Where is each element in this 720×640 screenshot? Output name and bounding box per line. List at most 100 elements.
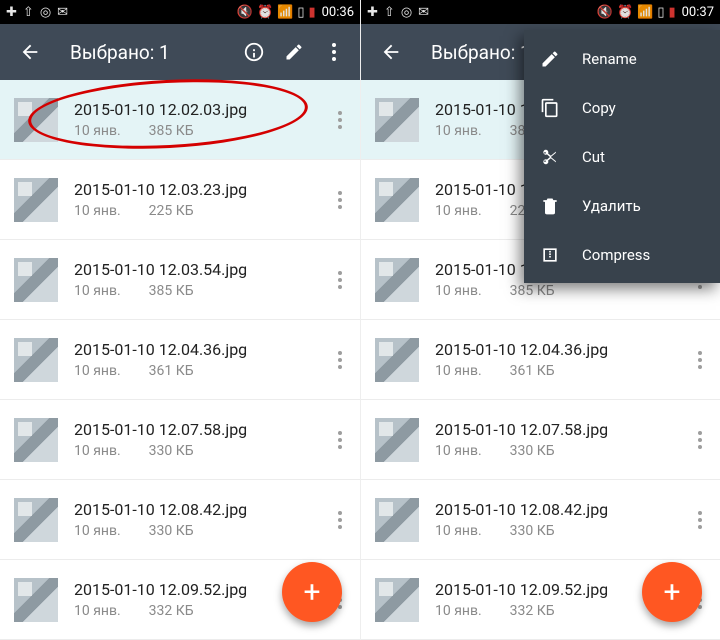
file-thumbnail: [14, 98, 58, 142]
overflow-menu-icon[interactable]: [314, 32, 354, 72]
file-date: 10 янв.: [74, 443, 121, 459]
row-overflow-icon[interactable]: [684, 336, 716, 384]
row-overflow-icon[interactable]: [324, 416, 356, 464]
status-wifi-icon: 📶: [277, 6, 293, 19]
context-menu-label: Cut: [582, 148, 704, 166]
file-size: 332 КБ: [510, 603, 555, 619]
status-mute-icon: 🔇: [597, 6, 613, 19]
file-size: 385 КБ: [149, 283, 194, 299]
status-signal-icon: ▯: [657, 6, 664, 19]
status-app-icon: ◎: [401, 6, 412, 19]
file-size: 225 КБ: [149, 203, 194, 219]
context-menu-item-удалить[interactable]: Удалить: [524, 181, 720, 230]
context-menu-item-compress[interactable]: Compress: [524, 230, 720, 279]
status-app-icon: ◎: [40, 6, 51, 19]
status-signal-icon: ▯: [297, 6, 304, 19]
file-date: 10 янв.: [435, 603, 482, 619]
back-arrow-icon[interactable]: [371, 32, 411, 72]
file-size: 361 КБ: [149, 363, 194, 379]
file-row[interactable]: 2015-01-10 12.02.03.jpg10 янв.385 КБ: [0, 80, 360, 160]
file-info: 2015-01-10 12.04.36.jpg10 янв.361 КБ: [435, 340, 684, 379]
file-info: 2015-01-10 12.08.42.jpg10 янв.330 КБ: [435, 500, 684, 539]
file-thumbnail: [375, 178, 419, 222]
status-bar: ✚ ⇧ ◎ ✉ 🔇 ⏰ 📶 ▯ ▮ 00:36: [0, 0, 360, 24]
compress-icon: [540, 245, 560, 265]
status-mail-icon: ✉: [57, 6, 68, 19]
file-thumbnail: [14, 418, 58, 462]
file-row[interactable]: 2015-01-10 12.07.58.jpg10 янв.330 КБ: [0, 400, 360, 480]
file-size: 330 КБ: [149, 443, 194, 459]
file-list: 2015-01-10 12.02.03.jpg10 янв.385 КБ2015…: [0, 80, 360, 640]
file-info: 2015-01-10 12.03.54.jpg10 янв.385 КБ: [74, 260, 324, 299]
file-thumbnail: [14, 338, 58, 382]
file-row[interactable]: 2015-01-10 12.08.42.jpg10 янв.330 КБ: [361, 480, 720, 560]
back-arrow-icon[interactable]: [10, 32, 50, 72]
status-plus-icon: ✚: [6, 6, 17, 19]
file-info: 2015-01-10 12.07.58.jpg10 янв.330 КБ: [435, 420, 684, 459]
context-menu-label: Rename: [582, 50, 704, 68]
file-name: 2015-01-10 12.03.23.jpg: [74, 180, 324, 199]
context-menu-item-rename[interactable]: Rename: [524, 34, 720, 83]
context-menu-item-copy[interactable]: Copy: [524, 83, 720, 132]
row-overflow-icon[interactable]: [324, 256, 356, 304]
status-bar: ✚ ⇧ ◎ ✉ 🔇 ⏰ 📶 ▯ ▮ 00:37: [361, 0, 720, 24]
cut-icon: [540, 147, 560, 167]
file-name: 2015-01-10 12.04.36.jpg: [435, 340, 684, 359]
plus-icon: +: [303, 575, 320, 610]
file-thumbnail: [14, 258, 58, 302]
status-battery-icon: ▮: [668, 6, 675, 19]
file-row[interactable]: 2015-01-10 12.04.36.jpg10 янв.361 КБ: [0, 320, 360, 400]
file-row[interactable]: 2015-01-10 12.07.58.jpg10 янв.330 КБ: [361, 400, 720, 480]
context-menu-item-cut[interactable]: Cut: [524, 132, 720, 181]
info-icon[interactable]: [234, 32, 274, 72]
row-overflow-icon[interactable]: [324, 336, 356, 384]
file-thumbnail: [375, 498, 419, 542]
file-info: 2015-01-10 12.08.42.jpg10 янв.330 КБ: [74, 500, 324, 539]
pencil-icon[interactable]: [274, 32, 314, 72]
file-date: 10 янв.: [435, 443, 482, 459]
fab-add-button[interactable]: +: [282, 562, 342, 622]
file-name: 2015-01-10 12.08.42.jpg: [435, 500, 684, 519]
row-overflow-icon[interactable]: [324, 176, 356, 224]
file-name: 2015-01-10 12.07.58.jpg: [435, 420, 684, 439]
status-alarm-icon: ⏰: [257, 6, 273, 19]
fab-add-button[interactable]: +: [642, 562, 702, 622]
actionbar-title: Выбрано: 1: [50, 41, 234, 64]
status-mail-icon: ✉: [418, 6, 429, 19]
file-size: 361 КБ: [510, 363, 555, 379]
file-thumbnail: [14, 178, 58, 222]
file-name: 2015-01-10 12.02.03.jpg: [74, 100, 324, 119]
file-size: 330 КБ: [149, 523, 194, 539]
row-overflow-icon[interactable]: [684, 416, 716, 464]
file-thumbnail: [14, 578, 58, 622]
file-row[interactable]: 2015-01-10 12.03.23.jpg10 янв.225 КБ: [0, 160, 360, 240]
status-wifi-icon: 📶: [637, 6, 653, 19]
row-overflow-icon[interactable]: [684, 496, 716, 544]
status-upload-icon: ⇧: [384, 6, 395, 19]
status-plus-icon: ✚: [367, 6, 378, 19]
status-mute-icon: 🔇: [237, 6, 253, 19]
file-date: 10 янв.: [435, 123, 482, 139]
pencil-icon: [540, 49, 560, 69]
copy-icon: [540, 98, 560, 118]
file-date: 10 янв.: [435, 523, 482, 539]
status-battery-icon: ▮: [308, 6, 315, 19]
file-info: 2015-01-10 12.03.23.jpg10 янв.225 КБ: [74, 180, 324, 219]
context-menu-label: Удалить: [582, 197, 704, 215]
status-upload-icon: ⇧: [23, 6, 34, 19]
phone-right: ✚ ⇧ ◎ ✉ 🔇 ⏰ 📶 ▯ ▮ 00:37 Выбрано: 1 2015-…: [360, 0, 720, 640]
row-overflow-icon[interactable]: [324, 96, 356, 144]
file-row[interactable]: 2015-01-10 12.03.54.jpg10 янв.385 КБ: [0, 240, 360, 320]
file-thumbnail: [375, 338, 419, 382]
status-time: 00:37: [682, 5, 714, 20]
context-menu-label: Compress: [582, 246, 704, 264]
file-date: 10 янв.: [435, 203, 482, 219]
file-thumbnail: [375, 418, 419, 462]
action-bar: Выбрано: 1: [0, 24, 360, 80]
file-row[interactable]: 2015-01-10 12.04.36.jpg10 янв.361 КБ: [361, 320, 720, 400]
file-size: 385 КБ: [149, 123, 194, 139]
file-date: 10 янв.: [74, 283, 121, 299]
file-row[interactable]: 2015-01-10 12.08.42.jpg10 янв.330 КБ: [0, 480, 360, 560]
file-info: 2015-01-10 12.07.58.jpg10 янв.330 КБ: [74, 420, 324, 459]
row-overflow-icon[interactable]: [324, 496, 356, 544]
